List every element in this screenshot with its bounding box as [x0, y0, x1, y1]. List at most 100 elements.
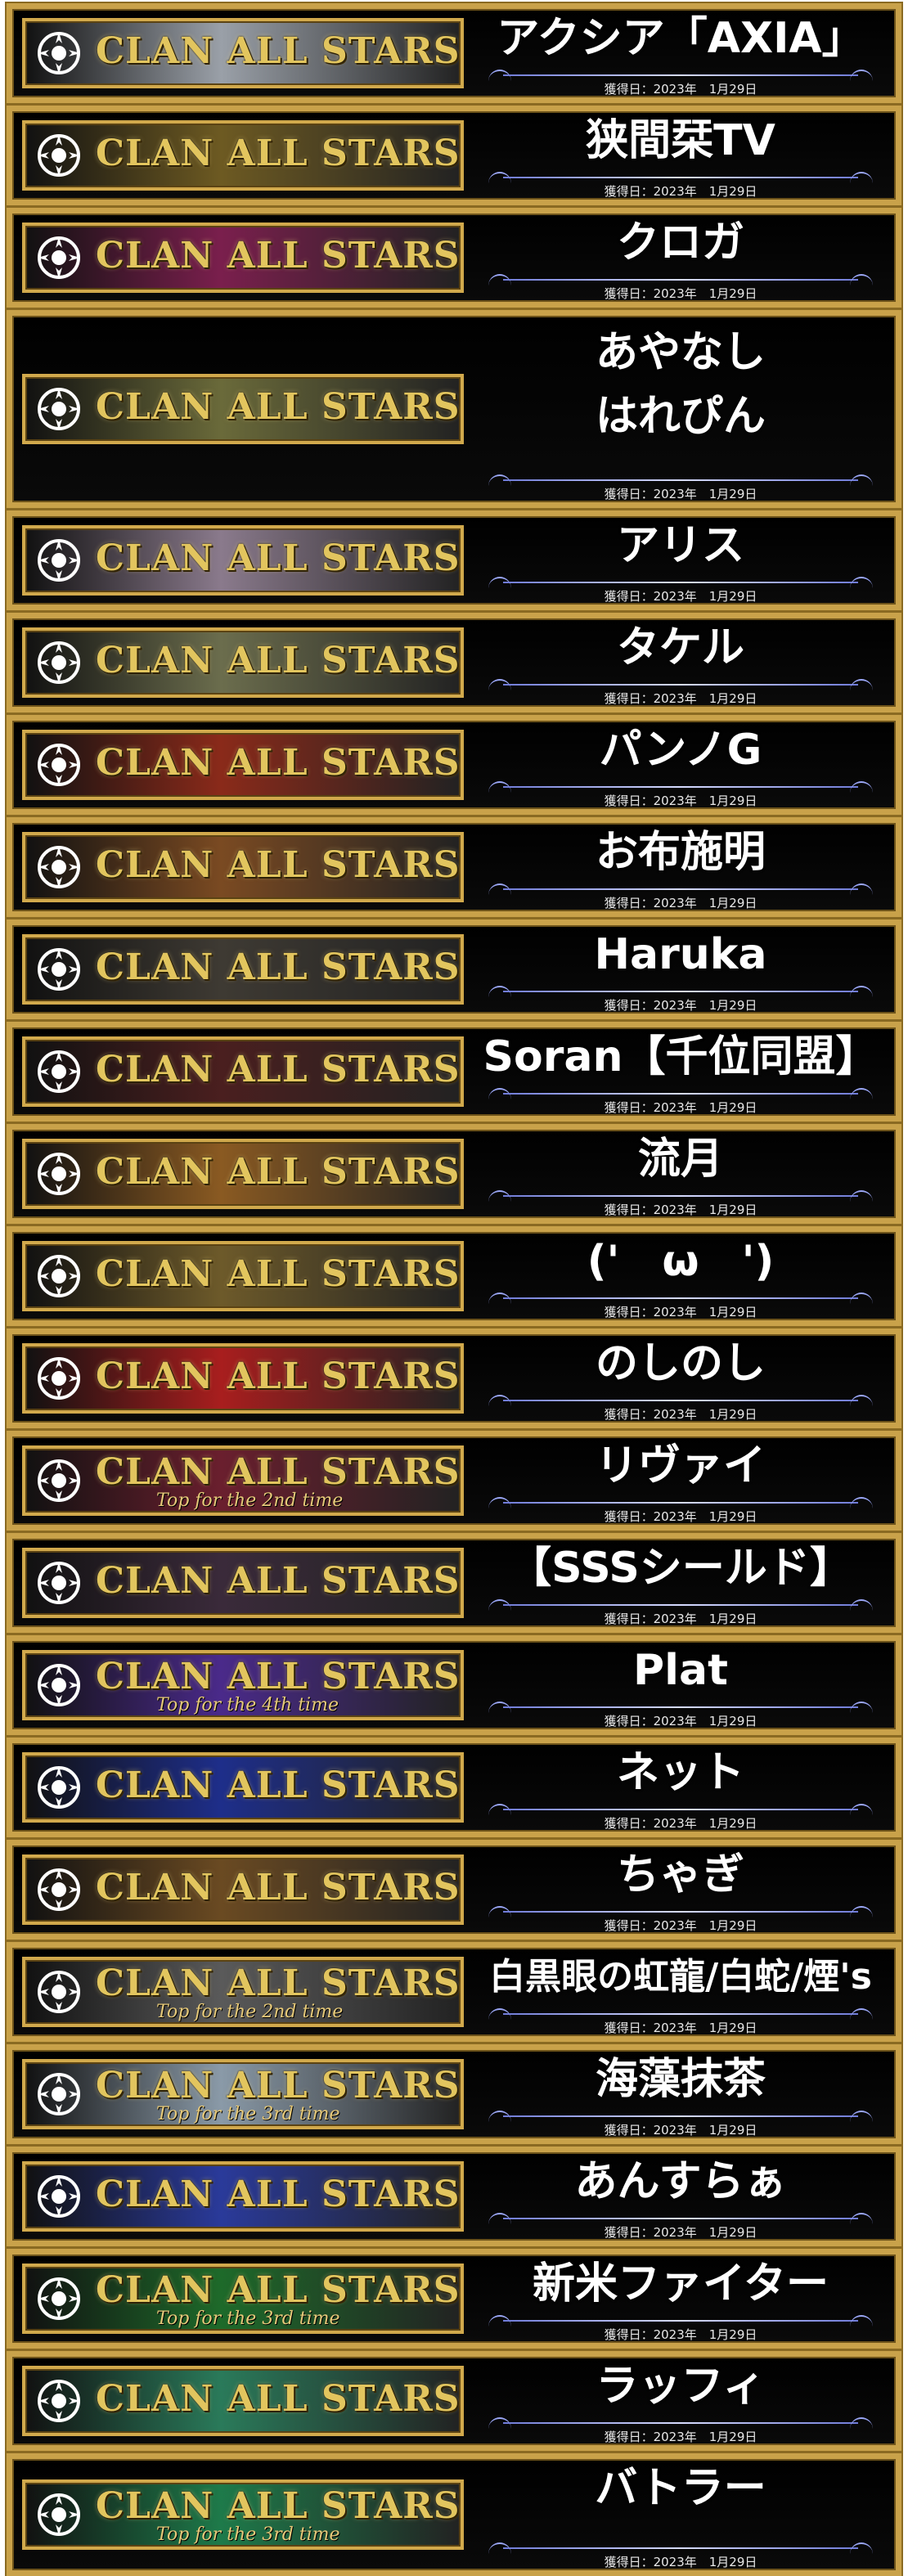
puzzle-emblem-icon — [30, 1863, 88, 1917]
ranking-row: CLAN ALL STARS クロガ獲得日：2023年 1月29日 — [7, 208, 901, 308]
clan-all-stars-label: CLAN ALL STARS — [96, 1253, 461, 1295]
name-panel: あやなし はれぴん 獲得日：2023年 1月29日 — [470, 316, 891, 502]
acquired-date: 獲得日：2023年 1月29日 — [604, 1714, 757, 1729]
clan-all-stars-label: CLAN ALL STARS — [96, 2485, 461, 2527]
clan-all-stars-label: CLAN ALL STARS — [96, 2269, 461, 2311]
top-count-label: Top for the 2nd time — [156, 2002, 344, 2022]
player-name: ネット — [616, 1748, 744, 1797]
name-panel: あんすらぁ獲得日：2023年 1月29日 — [470, 2152, 891, 2241]
clan-banner: CLAN ALL STARS Top for the 2nd time — [22, 1957, 464, 2027]
clan-banner: CLAN ALL STARS Top for the 4th time — [22, 1650, 464, 1720]
acquired-date: 獲得日：2023年 1月29日 — [604, 2430, 757, 2444]
ranking-row: CLAN ALL STARS Top for the 4th time Plat 獲得… — [7, 1635, 901, 1735]
acquired-date: 獲得日：2023年 1月29日 — [604, 1918, 757, 1933]
ornament-divider — [488, 1804, 873, 1815]
ranking-row: CLAN ALL STARS ラッフィ獲得日：2023年 1月29日 — [7, 2351, 901, 2451]
clan-all-stars-label: CLAN ALL STARS — [96, 1656, 461, 1697]
ranking-row: CLAN ALL STARS あやなし はれぴん 獲得日：2023年 1月29日 — [7, 310, 901, 508]
ranking-row: CLAN ALL STARS あんすらぁ 獲得日：2023年 1月29日 — [7, 2147, 901, 2246]
player-name: 流月 — [637, 1135, 723, 1184]
wing-emblem-icon — [30, 1147, 88, 1201]
clan-all-stars-label: CLAN ALL STARS — [96, 1560, 461, 1602]
name-panel: ちゃぎ 獲得日：2023年 1月29日 — [470, 1845, 891, 1934]
name-panel: 流月 獲得日：2023年 1月29日 — [470, 1130, 891, 1218]
player-name: Soran【千位同盟】 — [483, 1032, 879, 1081]
star-emblem-icon — [30, 231, 88, 285]
clan-all-stars-label: CLAN ALL STARS — [96, 386, 461, 428]
name-panel: パンノG 獲得日：2023年 1月29日 — [470, 721, 891, 809]
clan-banner: CLAN ALL STARS — [22, 525, 464, 596]
shield-emblem-icon — [30, 1351, 88, 1405]
ranking-row: CLAN ALL STARS ネット 獲得日：2023年 1月29日 — [7, 1738, 901, 1837]
ornament-divider — [488, 781, 873, 793]
player-name: (' ω ') — [587, 1237, 775, 1286]
clan-all-stars-label: CLAN ALL STARS — [96, 537, 461, 579]
top-count-label: Top for the 3rd time — [156, 2309, 340, 2329]
flame-emblem-icon — [30, 738, 88, 792]
player-name: のしのし — [595, 1339, 766, 1388]
clan-banner: CLAN ALL STARS — [22, 1854, 464, 1925]
spider-emblem-icon — [30, 1556, 88, 1610]
clan-all-stars-label: CLAN ALL STARS — [96, 1451, 461, 1493]
clan-all-stars-label: CLAN ALL STARS — [96, 946, 461, 988]
ornament-divider — [488, 2213, 873, 2224]
player-name: 新米ファイター — [533, 2259, 829, 2309]
leaf-emblem-icon — [30, 2488, 88, 2542]
name-panel: ネット 獲得日：2023年 1月29日 — [470, 1743, 891, 1832]
ornament-divider — [488, 1190, 873, 1202]
ornament-divider — [488, 1088, 873, 1099]
player-name: あんすらぁ — [574, 2157, 787, 2206]
gem-emblem-icon — [30, 2374, 88, 2428]
clan-banner: CLAN ALL STARS Top for the 3rd time — [22, 2059, 464, 2129]
name-panel: 海藻抹茶 獲得日：2023年 1月29日 — [470, 2050, 891, 2138]
ornament-divider — [488, 2008, 873, 2020]
acquired-date: 獲得日：2023年 1月29日 — [604, 286, 757, 301]
name-panel: アリス 獲得日：2023年 1月29日 — [470, 516, 891, 605]
clan-banner: CLAN ALL STARS Top for the 3rd time — [22, 2479, 464, 2550]
clan-banner: CLAN ALL STARS — [22, 832, 464, 902]
clan-all-stars-label: CLAN ALL STARS — [96, 2174, 461, 2215]
clan-banner: CLAN ALL STARS Top for the 2nd time — [22, 1445, 464, 1516]
ornament-divider — [488, 2111, 873, 2122]
ornament-divider — [488, 274, 873, 285]
player-name: パンノG — [599, 726, 762, 775]
name-panel: Plat 獲得日：2023年 1月29日 — [470, 1641, 891, 1729]
ornament-divider — [488, 172, 873, 183]
clan-all-stars-label: CLAN ALL STARS — [96, 235, 461, 276]
clan-all-stars-label: CLAN ALL STARS — [96, 1049, 461, 1090]
ranking-row: CLAN ALL STARS アクシア「AXIA」 獲得日：2023年 1月29日 — [7, 3, 901, 103]
clan-banner: CLAN ALL STARS — [22, 1036, 464, 1107]
clan-all-stars-label: CLAN ALL STARS — [96, 1151, 461, 1193]
name-panel: リヴァイ 獲得日：2023年 1月29日 — [470, 1436, 891, 1525]
name-panel: 狭間栞TV 獲得日：2023年 1月29日 — [470, 111, 891, 200]
clan-banner: CLAN ALL STARS — [22, 627, 464, 698]
player-name: タケル — [616, 623, 744, 672]
lattice-emblem-icon — [30, 2272, 88, 2326]
acquired-date: 獲得日：2023年 1月29日 — [604, 2327, 757, 2342]
player-name: ラッフィ — [596, 2362, 766, 2411]
ranking-row: CLAN ALL STARS Top for the 3rd time 海藻抹茶 獲得… — [7, 2044, 901, 2144]
ranking-row: CLAN ALL STARS Top for the 2nd time リヴァイ 獲得… — [7, 1431, 901, 1531]
name-panel: (' ω ') 獲得日：2023年 1月29日 — [470, 1232, 891, 1320]
clan-banner: CLAN ALL STARS — [22, 1139, 464, 1209]
acquired-date: 獲得日：2023年 1月29日 — [604, 2225, 757, 2240]
ranking-row: CLAN ALL STARS Top for the 3rd time バトラー 獲得… — [7, 2453, 901, 2576]
ornament-emblem-icon — [30, 128, 88, 182]
clan-all-stars-label: CLAN ALL STARS — [96, 133, 461, 174]
ornament-divider — [488, 474, 873, 486]
player-name: 海藻抹茶 — [595, 2055, 766, 2104]
clan-all-stars-label: CLAN ALL STARS — [96, 1867, 461, 1908]
clan-all-stars-label: CLAN ALL STARS — [96, 1355, 461, 1397]
ranking-row: CLAN ALL STARS タケル 獲得日：2023年 1月29日 — [7, 613, 901, 713]
ornament-divider — [488, 1497, 873, 1508]
swirl-emblem-icon — [30, 1045, 88, 1099]
player-name: クロガ — [616, 218, 744, 267]
clan-all-stars-label: CLAN ALL STARS — [96, 742, 461, 784]
name-panel: バトラー 獲得日：2023年 1月29日 — [470, 2459, 891, 2570]
ranking-row: CLAN ALL STARS 狭間栞TV 獲得日：2023年 1月29日 — [7, 106, 901, 205]
clan-all-stars-label: CLAN ALL STARS — [96, 2378, 461, 2420]
name-panel: タケル 獲得日：2023年 1月29日 — [470, 618, 891, 707]
ranking-row: CLAN ALL STARS ちゃぎ 獲得日：2023年 1月29日 — [7, 1840, 901, 1940]
gear-emblem-icon — [30, 1760, 88, 1814]
acquired-date: 獲得日：2023年 1月29日 — [604, 1305, 757, 1319]
